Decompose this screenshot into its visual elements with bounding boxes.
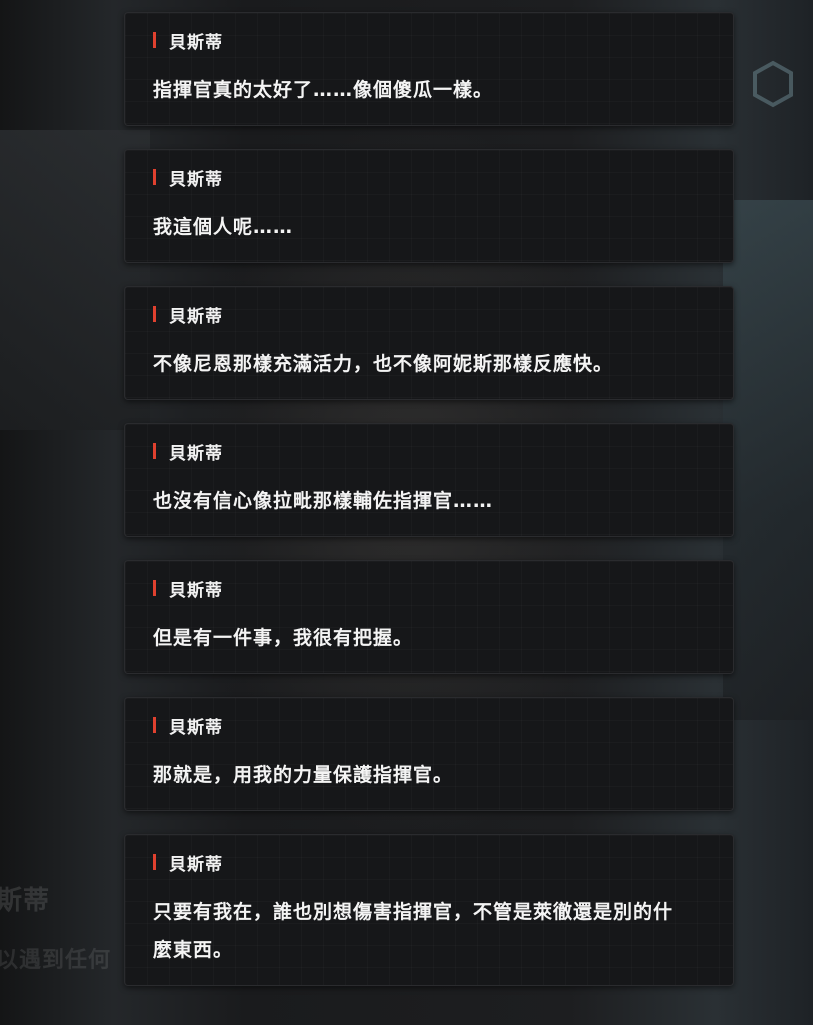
speaker-name: 貝斯蒂 <box>169 580 223 601</box>
dialogue-line: 只要有我在，誰也別想傷害指揮官，不管是萊徹還是別的什麼東西。 <box>153 901 674 961</box>
speaker-marker <box>153 854 156 870</box>
speaker-row: 貝斯蒂 <box>153 712 705 738</box>
speaker-name: 貝斯蒂 <box>169 32 223 53</box>
dialogue-line: 我這個人呢…… <box>153 216 294 238</box>
speaker-row: 貝斯蒂 <box>153 164 705 190</box>
speaker-marker <box>153 717 156 733</box>
hexagon-icon <box>753 60 793 108</box>
speaker-row: 貝斯蒂 <box>153 438 705 464</box>
speaker-row: 貝斯蒂 <box>153 27 705 53</box>
background-window-panel <box>723 200 813 720</box>
speaker-row: 貝斯蒂 <box>153 849 705 875</box>
background-dialogue-text: 以遇到任何 <box>0 948 112 973</box>
speaker-marker <box>153 32 156 48</box>
dialogue-line: 不像尼恩那樣充滿活力，也不像阿妮斯那樣反應快。 <box>153 353 614 375</box>
speaker-name: 貝斯蒂 <box>169 306 223 327</box>
log-entry: 貝斯蒂 我這個人呢…… <box>124 149 734 263</box>
dialogue-line: 那就是，用我的力量保護指揮官。 <box>153 764 454 786</box>
speaker-marker <box>153 443 156 459</box>
speaker-name: 貝斯蒂 <box>169 169 223 190</box>
dialogue-line: 也沒有信心像拉毗那樣輔佐指揮官…… <box>153 490 494 512</box>
dialogue-line: 指揮官真的太好了……像個傻瓜一樣。 <box>153 79 494 101</box>
speaker-name: 貝斯蒂 <box>169 443 223 464</box>
log-entry: 貝斯蒂 不像尼恩那樣充滿活力，也不像阿妮斯那樣反應快。 <box>124 286 734 400</box>
speaker-row: 貝斯蒂 <box>153 301 705 327</box>
dialogue-log[interactable]: 貝斯蒂 指揮官真的太好了……像個傻瓜一樣。 貝斯蒂 我這個人呢…… 貝斯蒂 不像… <box>124 12 734 1009</box>
log-entry: 貝斯蒂 也沒有信心像拉毗那樣輔佐指揮官…… <box>124 423 734 537</box>
log-entry: 貝斯蒂 指揮官真的太好了……像個傻瓜一樣。 <box>124 12 734 126</box>
speaker-name: 貝斯蒂 <box>169 854 223 875</box>
speaker-marker <box>153 306 156 322</box>
background-speaker-text: 斯蒂 <box>0 886 51 916</box>
speaker-name: 貝斯蒂 <box>169 717 223 738</box>
speaker-marker <box>153 169 156 185</box>
speaker-marker <box>153 580 156 596</box>
log-entry: 貝斯蒂 但是有一件事，我很有把握。 <box>124 560 734 674</box>
dialogue-line: 但是有一件事，我很有把握。 <box>153 627 414 649</box>
log-entry: 貝斯蒂 那就是，用我的力量保護指揮官。 <box>124 697 734 811</box>
log-entry: 貝斯蒂 只要有我在，誰也別想傷害指揮官，不管是萊徹還是別的什麼東西。 <box>124 834 734 986</box>
speaker-row: 貝斯蒂 <box>153 575 705 601</box>
